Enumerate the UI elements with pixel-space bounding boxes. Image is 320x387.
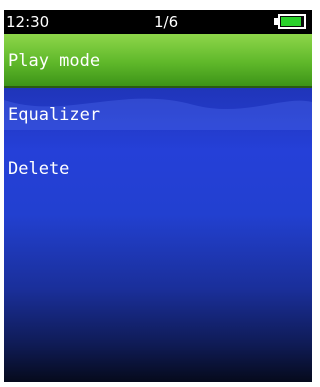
menu-item-label: Play mode [8,51,101,71]
menu-item-play-mode[interactable]: Play mode [4,34,312,88]
page-indicator: 1/6 [154,13,179,31]
menu-item-equalizer[interactable]: Equalizer [4,88,312,142]
clock: 12:30 [6,13,50,31]
menu-item-label: Delete [8,159,70,179]
status-bar: 12:30 1/6 [4,10,312,34]
menu-item-label: Equalizer [8,105,101,125]
device-frame: 12:30 1/6 Play mode Equalizer Delete [0,0,315,387]
menu-item-delete[interactable]: Delete [4,142,312,196]
battery-icon [278,14,306,29]
player-screen: 12:30 1/6 Play mode Equalizer Delete [4,10,312,382]
battery-level [281,17,301,26]
